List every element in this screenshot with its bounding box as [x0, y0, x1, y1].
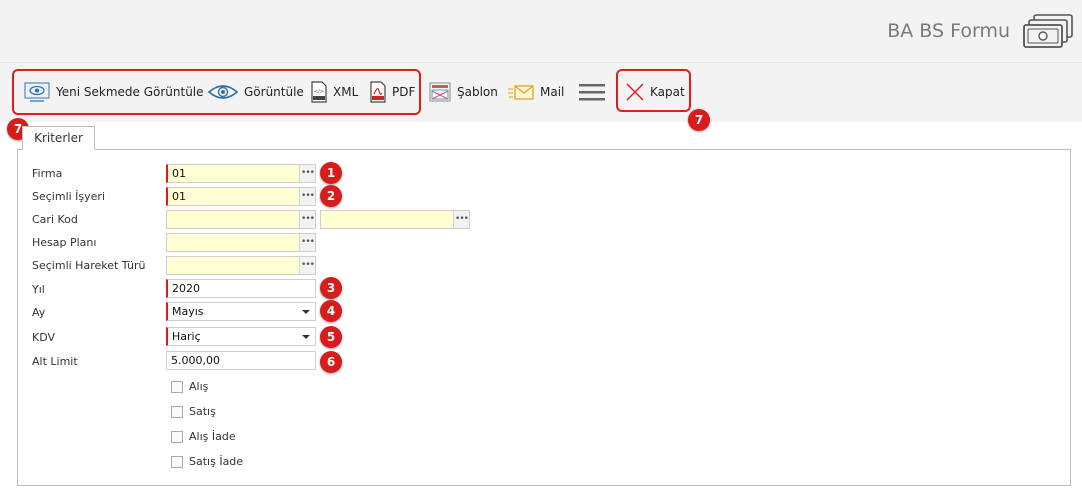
- firma-field[interactable]: 01 •••: [166, 164, 316, 183]
- view-label: Görüntüle: [244, 85, 304, 99]
- annotation-badge: 1: [320, 162, 342, 184]
- checkbox-label: Satış İade: [189, 455, 244, 468]
- isyeri-label: Seçimli İşyeri: [32, 190, 106, 203]
- xml-file-icon: </>: [311, 81, 327, 103]
- ay-select[interactable]: Mayıs: [166, 302, 316, 321]
- yil-value: 2020: [172, 282, 200, 295]
- alt-limit-label: Alt Limit: [32, 355, 78, 368]
- ellipsis-icon[interactable]: •••: [299, 188, 315, 205]
- chevron-down-icon: [302, 335, 310, 339]
- checkbox-satis-iade[interactable]: Satış İade: [171, 455, 243, 468]
- checkbox-alis-iade[interactable]: Alış İade: [171, 430, 236, 443]
- ay-value: Mayıs: [172, 305, 204, 318]
- checkbox-label: Satış: [189, 405, 216, 418]
- page-title: BA BS Formu: [887, 20, 1010, 42]
- close-label: Kapat: [650, 85, 685, 99]
- ellipsis-icon[interactable]: •••: [299, 211, 315, 228]
- eye-icon: [208, 83, 238, 101]
- annotation-badge: 4: [320, 300, 342, 322]
- svg-text:</>: </>: [314, 89, 324, 95]
- close-button[interactable]: Kapat: [626, 80, 685, 104]
- tab-criteria[interactable]: Kriterler: [22, 126, 95, 150]
- hamburger-menu-icon: [579, 82, 605, 102]
- open-new-tab-label: Yeni Sekmede Görüntüle: [56, 85, 204, 99]
- annotation-badge: 3: [320, 277, 342, 299]
- checkbox-alis[interactable]: Alış: [171, 380, 208, 393]
- mail-icon: [508, 83, 534, 101]
- pdf-file-icon: [370, 81, 386, 103]
- ay-label: Ay: [32, 306, 46, 319]
- toolbar: Yeni Sekmede Görüntüle Görüntüle </> XML: [0, 62, 1082, 122]
- xml-button[interactable]: </> XML: [311, 80, 358, 104]
- firma-value: 01: [172, 167, 186, 180]
- alt-limit-field[interactable]: 5.000,00: [166, 351, 316, 370]
- mail-label: Mail: [540, 85, 565, 99]
- annotation-badge: 6: [320, 351, 342, 373]
- close-icon: [626, 83, 644, 101]
- pdf-label: PDF: [392, 85, 416, 99]
- cari-kod-label: Cari Kod: [32, 213, 78, 226]
- hesap-plani-label: Hesap Planı: [32, 236, 97, 249]
- template-label: Şablon: [457, 85, 498, 99]
- hesap-plani-field[interactable]: •••: [166, 233, 316, 252]
- checkbox-box[interactable]: [171, 430, 183, 443]
- checkbox-label: Alış İade: [189, 430, 236, 443]
- money-stack-icon: [1022, 13, 1074, 52]
- firma-label: Firma: [32, 167, 63, 180]
- template-icon: [429, 82, 451, 102]
- isyeri-field[interactable]: 01 •••: [166, 187, 316, 206]
- template-button[interactable]: Şablon: [429, 80, 498, 104]
- pdf-button[interactable]: PDF: [370, 80, 415, 104]
- chevron-down-icon: [302, 310, 310, 314]
- annotation-badge: 2: [320, 185, 342, 207]
- checkbox-box[interactable]: [171, 380, 183, 393]
- checkbox-box[interactable]: [171, 455, 183, 468]
- kdv-select[interactable]: Hariç: [166, 327, 316, 346]
- xml-label: XML: [333, 85, 359, 99]
- checkbox-satis[interactable]: Satış: [171, 405, 216, 418]
- cari-kod-start-field[interactable]: •••: [166, 210, 316, 229]
- ellipsis-icon[interactable]: •••: [299, 234, 315, 251]
- kdv-label: KDV: [32, 331, 56, 344]
- yil-field[interactable]: 2020: [166, 279, 316, 298]
- alt-limit-value: 5.000,00: [171, 354, 220, 367]
- cari-kod-end-field[interactable]: •••: [320, 210, 470, 229]
- checkbox-box[interactable]: [171, 405, 183, 418]
- header-bar: BA BS Formu: [0, 0, 1082, 62]
- menu-button[interactable]: [579, 80, 605, 104]
- open-new-tab-button[interactable]: Yeni Sekmede Görüntüle: [24, 80, 204, 104]
- annotation-badge: 5: [320, 326, 342, 348]
- isyeri-value: 01: [172, 190, 186, 203]
- hareket-turu-label: Seçimli Hareket Türü: [32, 259, 146, 272]
- checkbox-label: Alış: [189, 380, 209, 393]
- view-button[interactable]: Görüntüle: [208, 80, 304, 104]
- monitor-eye-icon: [24, 82, 50, 102]
- mail-button[interactable]: Mail: [508, 80, 564, 104]
- ellipsis-icon[interactable]: •••: [453, 211, 469, 228]
- yil-label: Yıl: [32, 283, 45, 296]
- annotation-badge: 7: [688, 109, 710, 131]
- ellipsis-icon[interactable]: •••: [299, 165, 315, 182]
- hareket-turu-field[interactable]: •••: [166, 256, 316, 275]
- kdv-value: Hariç: [172, 330, 201, 343]
- ellipsis-icon[interactable]: •••: [299, 257, 315, 274]
